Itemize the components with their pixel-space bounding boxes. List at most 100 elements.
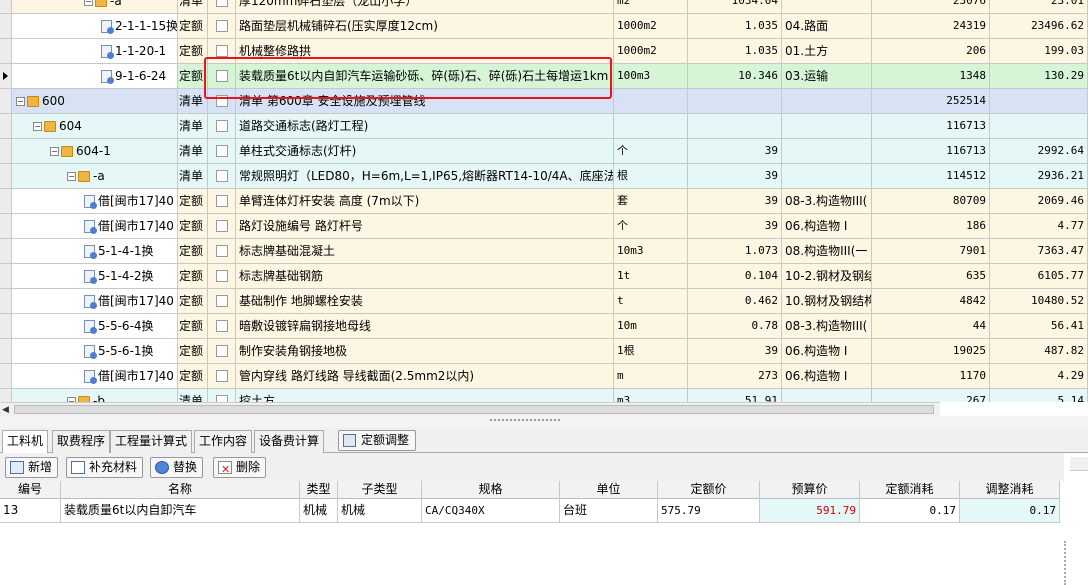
- row-unit[interactable]: 个: [614, 214, 688, 238]
- table-row[interactable]: 借[闽市17]40 定额 基础制作 地脚螺栓安装 t 0.462 10.钢材及钢结构 484…: [0, 289, 1088, 314]
- row-code-cell[interactable]: 借[闽市17]40: [12, 189, 178, 213]
- row-total[interactable]: 4842: [872, 289, 990, 313]
- row-category[interactable]: 01.土方: [782, 39, 872, 63]
- row-category[interactable]: [782, 139, 872, 163]
- delete-button[interactable]: 删除: [213, 457, 267, 479]
- tab-labor-material-machine[interactable]: 工料机: [2, 430, 49, 454]
- material-row[interactable]: 13 装载质量6t以内自卸汽车 机械 机械 CA/CQ340X 台班 575.7…: [0, 499, 1060, 523]
- row-indicator[interactable]: [0, 264, 12, 288]
- row-name[interactable]: 路灯设施编号 路灯杆号: [236, 214, 614, 238]
- row-unit-price[interactable]: 2069.46: [990, 189, 1088, 213]
- row-total[interactable]: 267: [872, 389, 990, 402]
- row-unit-price[interactable]: 130.29: [990, 64, 1088, 88]
- table-row[interactable]: 5-1-4-1换 定额 标志牌基础混凝土 10m3 1.073 08.构造物III(一 79…: [0, 239, 1088, 264]
- table-row[interactable]: 5-5-6-4换 定额 暗敷设镀锌扁钢接地母线 10m 0.78 08-3.构造物III(…: [0, 314, 1088, 339]
- row-category[interactable]: [782, 89, 872, 113]
- row-category[interactable]: [782, 164, 872, 188]
- tab-work-content[interactable]: 工作内容: [194, 430, 253, 453]
- row-code-cell[interactable]: 5-5-6-1换: [12, 339, 178, 363]
- row-unit[interactable]: t: [614, 289, 688, 313]
- table-row[interactable]: 借[闽市17]40 定额 路灯设施编号 路灯杆号个 39 06.构造物 I 186 4.77: [0, 214, 1088, 239]
- row-unit-price[interactable]: 56.41: [990, 314, 1088, 338]
- row-indicator[interactable]: [0, 139, 12, 163]
- table-row[interactable]: − -a 清单 厚120mm碎石垫层（龙山小学） m2 1034.04 23076 23.01: [0, 0, 1088, 14]
- row-category[interactable]: 08-3.构造物III(: [782, 314, 872, 338]
- row-quantity[interactable]: 39: [688, 164, 782, 188]
- row-quantity[interactable]: 39: [688, 214, 782, 238]
- row-type[interactable]: 清单: [178, 139, 208, 163]
- row-unit[interactable]: [614, 114, 688, 138]
- material-adjusted-consumption[interactable]: 0.17: [960, 499, 1060, 522]
- row-checkbox-cell[interactable]: [208, 89, 236, 113]
- row-indicator[interactable]: [0, 0, 12, 13]
- col-header-spec[interactable]: 规格: [422, 481, 560, 499]
- row-name[interactable]: 挖土方: [236, 389, 614, 402]
- material-quota-consumption[interactable]: 0.17: [860, 499, 960, 522]
- row-total[interactable]: 114512: [872, 164, 990, 188]
- row-name[interactable]: 标志牌基础混凝土: [236, 239, 614, 263]
- row-unit[interactable]: m3: [614, 389, 688, 402]
- col-header-budget-price[interactable]: 预算价: [760, 481, 860, 499]
- table-row[interactable]: 9-1-6-24 定额 装载质量6t以内自卸汽车运输砂砾、碎(砾)石、碎(砾)石土每…: [0, 64, 1088, 89]
- row-indicator[interactable]: [0, 189, 12, 213]
- row-code-cell[interactable]: 1-1-20-1: [12, 39, 178, 63]
- table-row[interactable]: 借[闽市17]40 定额 单臂连体灯杆安装 高度 (7m以下) 套 39 08-3.构造物…: [0, 189, 1088, 214]
- row-unit-price[interactable]: 2936.21: [990, 164, 1088, 188]
- row-indicator[interactable]: [0, 389, 12, 402]
- material-no[interactable]: 13: [0, 499, 61, 522]
- row-total[interactable]: 252514: [872, 89, 990, 113]
- row-quantity[interactable]: 39: [688, 139, 782, 163]
- row-total[interactable]: 116713: [872, 139, 990, 163]
- row-unit[interactable]: 10m: [614, 314, 688, 338]
- row-indicator[interactable]: [0, 39, 12, 63]
- row-unit-price[interactable]: 4.77: [990, 214, 1088, 238]
- row-indicator[interactable]: [0, 89, 12, 113]
- row-name[interactable]: 管内穿线 路灯线路 导线截面(2.5mm2以内): [236, 364, 614, 388]
- collapse-toggle-icon[interactable]: −: [84, 0, 93, 6]
- row-quantity[interactable]: 273: [688, 364, 782, 388]
- tab-quantity-formula[interactable]: 工程量计算式: [110, 430, 193, 453]
- row-quantity[interactable]: 39: [688, 339, 782, 363]
- row-unit[interactable]: [614, 89, 688, 113]
- row-code-cell[interactable]: − 604-1: [12, 139, 178, 163]
- row-code-cell[interactable]: − 600: [12, 89, 178, 113]
- row-checkbox[interactable]: [216, 70, 228, 82]
- row-checkbox-cell[interactable]: [208, 239, 236, 263]
- scroll-left-icon[interactable]: ◀: [2, 405, 9, 415]
- row-unit-price[interactable]: 23496.62: [990, 14, 1088, 38]
- table-row[interactable]: 5-1-4-2换 定额 标志牌基础钢筋 1t 0.104 10-2.钢材及钢结 635 610…: [0, 264, 1088, 289]
- row-unit[interactable]: 1000m2: [614, 39, 688, 63]
- col-header-quota-price[interactable]: 定额价: [658, 481, 760, 499]
- quota-adjust-button[interactable]: 定额调整: [338, 430, 417, 451]
- row-category[interactable]: [782, 389, 872, 402]
- row-total[interactable]: 7901: [872, 239, 990, 263]
- row-type[interactable]: 定额: [178, 364, 208, 388]
- col-header-adjusted-consumption[interactable]: 调整消耗: [960, 481, 1060, 499]
- row-unit-price[interactable]: 4.29: [990, 364, 1088, 388]
- row-name[interactable]: 厚120mm碎石垫层（龙山小学）: [236, 0, 614, 13]
- row-total[interactable]: 206: [872, 39, 990, 63]
- row-code-cell[interactable]: 9-1-6-24: [12, 64, 178, 88]
- row-category[interactable]: 08.构造物III(一: [782, 239, 872, 263]
- table-row[interactable]: 借[闽市17]40 定额 管内穿线 路灯线路 导线截面(2.5mm2以内) m 273 0…: [0, 364, 1088, 389]
- row-type[interactable]: 清单: [178, 164, 208, 188]
- row-checkbox[interactable]: [216, 395, 228, 402]
- row-category[interactable]: [782, 0, 872, 13]
- row-name[interactable]: 制作安装角钢接地极: [236, 339, 614, 363]
- table-row[interactable]: − 604 清单 道路交通标志(路灯工程) 116713: [0, 114, 1088, 139]
- row-type[interactable]: 清单: [178, 0, 208, 13]
- row-name[interactable]: 装载质量6t以内自卸汽车运输砂砾、碎(砾)石、碎(砾)石土每增运1km: [236, 64, 614, 88]
- new-button[interactable]: 新增: [5, 457, 59, 478]
- splitter-grip-icon[interactable]: [490, 419, 560, 423]
- row-type[interactable]: 定额: [178, 64, 208, 88]
- row-name[interactable]: 道路交通标志(路灯工程): [236, 114, 614, 138]
- row-quantity[interactable]: 0.462: [688, 289, 782, 313]
- replace-button[interactable]: 替换: [150, 457, 204, 478]
- row-checkbox[interactable]: [216, 20, 228, 32]
- row-total[interactable]: 19025: [872, 339, 990, 363]
- row-unit[interactable]: m: [614, 364, 688, 388]
- row-code-cell[interactable]: 5-5-6-4换: [12, 314, 178, 338]
- row-type[interactable]: 定额: [178, 214, 208, 238]
- row-unit[interactable]: 个: [614, 139, 688, 163]
- row-name[interactable]: 单柱式交通标志(灯杆): [236, 139, 614, 163]
